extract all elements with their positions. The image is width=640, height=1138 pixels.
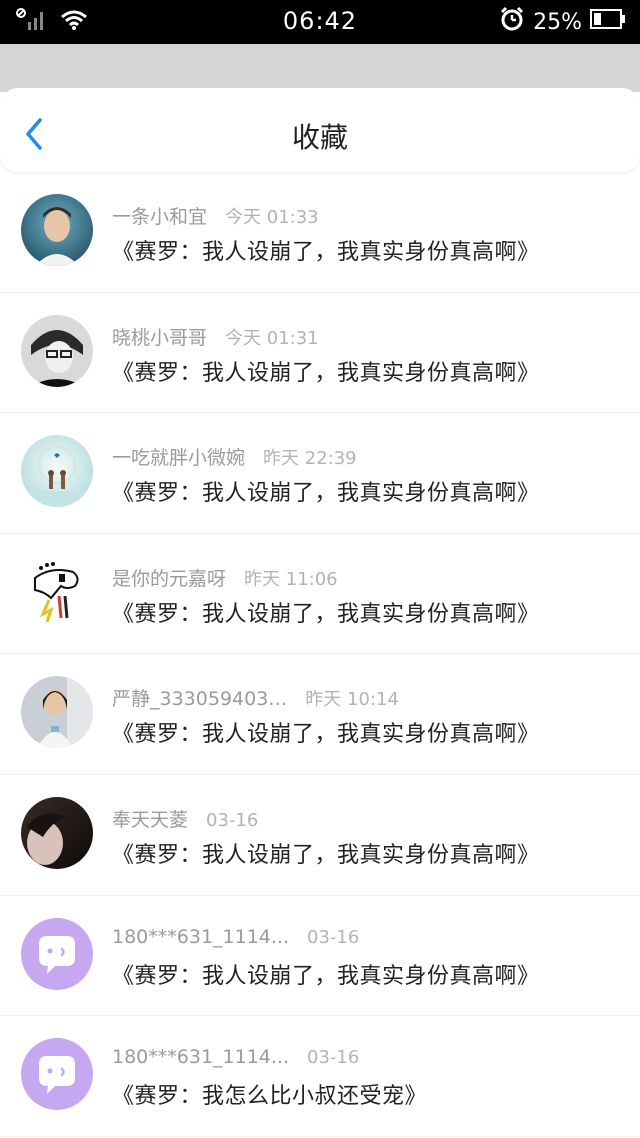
page-title: 收藏 [291, 121, 348, 154]
user-name: 晓桃小哥哥 [112, 326, 208, 349]
status-bar: 06:42 25% [0, 0, 640, 44]
item-meta: 是你的元嘉呀 昨天 11:06 [112, 564, 338, 591]
battery-icon [590, 9, 626, 35]
list-item[interactable]: 奉天天菱 03-16 《赛罗：我人设崩了，我真实身份真高啊》 [0, 775, 640, 896]
item-message: 《赛罗：我人设崩了，我真实身份真高啊》 [112, 601, 540, 627]
item-message: 《赛罗：我人设崩了，我真实身份真高啊》 [112, 240, 540, 265]
item-message: 《赛罗：我人设崩了，我真实身份真高啊》 [112, 360, 540, 386]
list-item[interactable]: 晓桃小哥哥 今天 01:31 《赛罗：我人设崩了，我真实身份真高啊》 [0, 293, 640, 414]
item-meta: 180***631_1114... 03-16 [112, 926, 359, 948]
user-name: 是你的元嘉呀 [112, 567, 227, 590]
user-name: 一吃就胖小微婉 [112, 447, 246, 470]
chat-bubble-icon [21, 1038, 93, 1111]
user-name: 一条小和宜 [112, 206, 208, 228]
timestamp: 昨天 22:39 [263, 448, 357, 470]
list-item[interactable]: 是你的元嘉呀 昨天 11:06 《赛罗：我人设崩了，我真实身份真高啊》 [0, 534, 640, 655]
alarm-icon [499, 6, 525, 38]
avatar[interactable] [21, 194, 93, 266]
avatar[interactable] [21, 1038, 93, 1111]
avatar[interactable] [21, 555, 93, 628]
timestamp: 昨天 11:06 [244, 568, 338, 590]
user-name: 奉天天菱 [112, 808, 189, 831]
item-message: 《赛罗：我人设崩了，我真实身份真高啊》 [112, 963, 540, 989]
nav-bar: 收藏 [0, 88, 640, 172]
chat-bubble-icon [21, 917, 93, 990]
item-meta: 晓桃小哥哥 今天 01:31 [112, 323, 319, 350]
avatar[interactable] [21, 796, 93, 869]
item-message: 《赛罗：我人设崩了，我真实身份真高啊》 [112, 722, 540, 748]
avatar[interactable] [21, 917, 93, 990]
item-meta: 严静_333059403… 昨天 10:14 [112, 684, 399, 711]
timestamp: 03-16 [206, 809, 259, 831]
top-gray-band [0, 44, 640, 92]
timestamp: 03-16 [307, 926, 360, 948]
item-meta: 一吃就胖小微婉 昨天 22:39 [112, 443, 357, 470]
status-right: 25% [499, 6, 626, 38]
user-name: 180***631_1114... [112, 925, 290, 948]
avatar[interactable] [21, 676, 93, 749]
favorites-list: 一条小和宜 今天 01:33 《赛罗：我人设崩了，我真实身份真高啊》 晓桃小哥哥… [0, 172, 640, 1137]
item-meta: 一条小和宜 今天 01:33 [112, 202, 319, 229]
item-message: 《赛罗：我人设崩了，我真实身份真高啊》 [112, 481, 540, 507]
timestamp: 今天 01:33 [225, 207, 319, 228]
item-message: 《赛罗：我人设崩了，我真实身份真高啊》 [112, 842, 540, 868]
avatar[interactable] [21, 435, 93, 508]
avatar[interactable] [21, 314, 93, 387]
item-meta: 奉天天菱 03-16 [112, 805, 258, 832]
item-message: 《赛罗：我怎么比小叔还受宠》 [112, 1084, 428, 1110]
user-name: 180***631_1114... [112, 1046, 290, 1069]
list-item[interactable]: 180***631_1114... 03-16 《赛罗：我人设崩了，我真实身份真… [0, 896, 640, 1017]
timestamp: 今天 01:31 [225, 327, 319, 349]
battery-percent: 25% [533, 9, 582, 35]
list-item[interactable]: 一条小和宜 今天 01:33 《赛罗：我人设崩了，我真实身份真高啊》 [0, 172, 640, 293]
timestamp: 03-16 [307, 1047, 360, 1069]
timestamp: 昨天 10:14 [305, 689, 399, 711]
list-item[interactable]: 一吃就胖小微婉 昨天 22:39 《赛罗：我人设崩了，我真实身份真高啊》 [0, 413, 640, 534]
list-item[interactable]: 严静_333059403… 昨天 10:14 《赛罗：我人设崩了，我真实身份真高… [0, 654, 640, 775]
list-item[interactable]: 180***631_1114... 03-16 《赛罗：我怎么比小叔还受宠》 [0, 1016, 640, 1137]
item-meta: 180***631_1114... 03-16 [112, 1046, 359, 1068]
user-name: 严静_333059403… [112, 688, 288, 711]
